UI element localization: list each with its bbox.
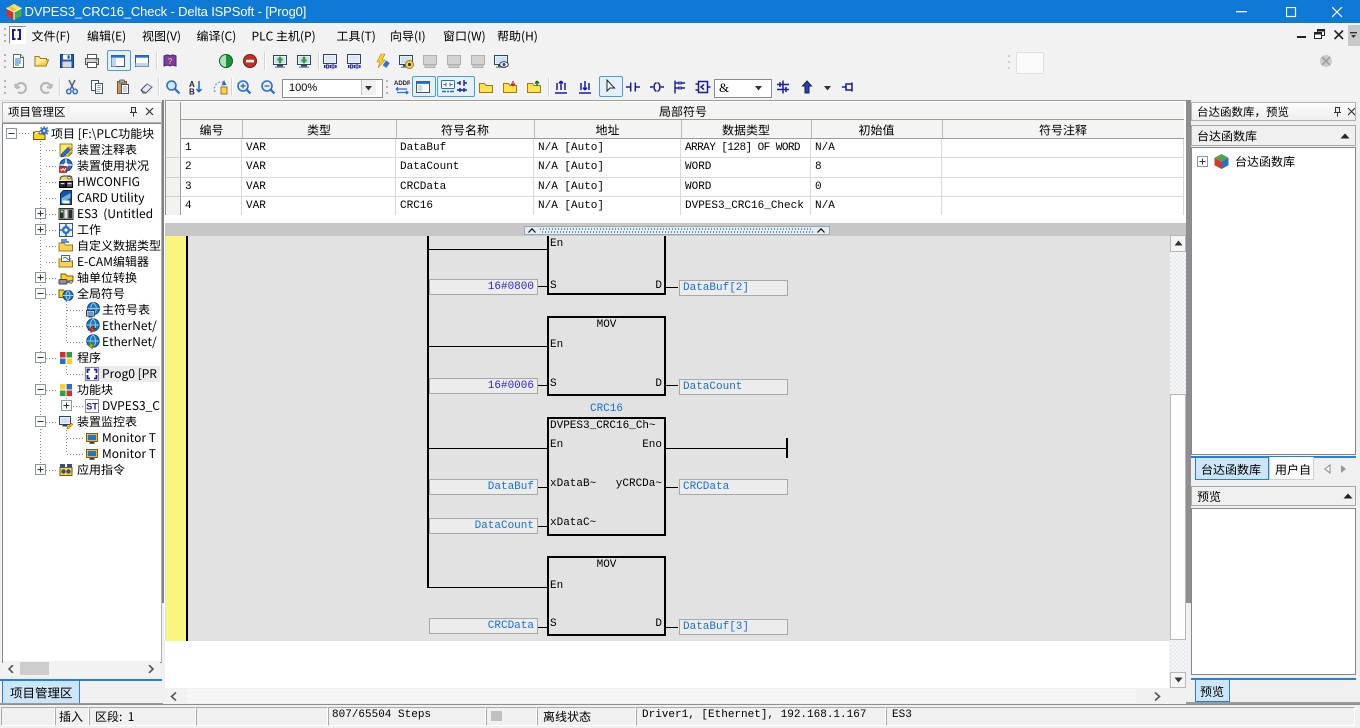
svg-text:ST: ST: [86, 401, 98, 411]
svg-text:?: ?: [168, 57, 173, 66]
svg-text:B: B: [189, 88, 195, 96]
svg-text:ADDR: ADDR: [394, 81, 410, 87]
